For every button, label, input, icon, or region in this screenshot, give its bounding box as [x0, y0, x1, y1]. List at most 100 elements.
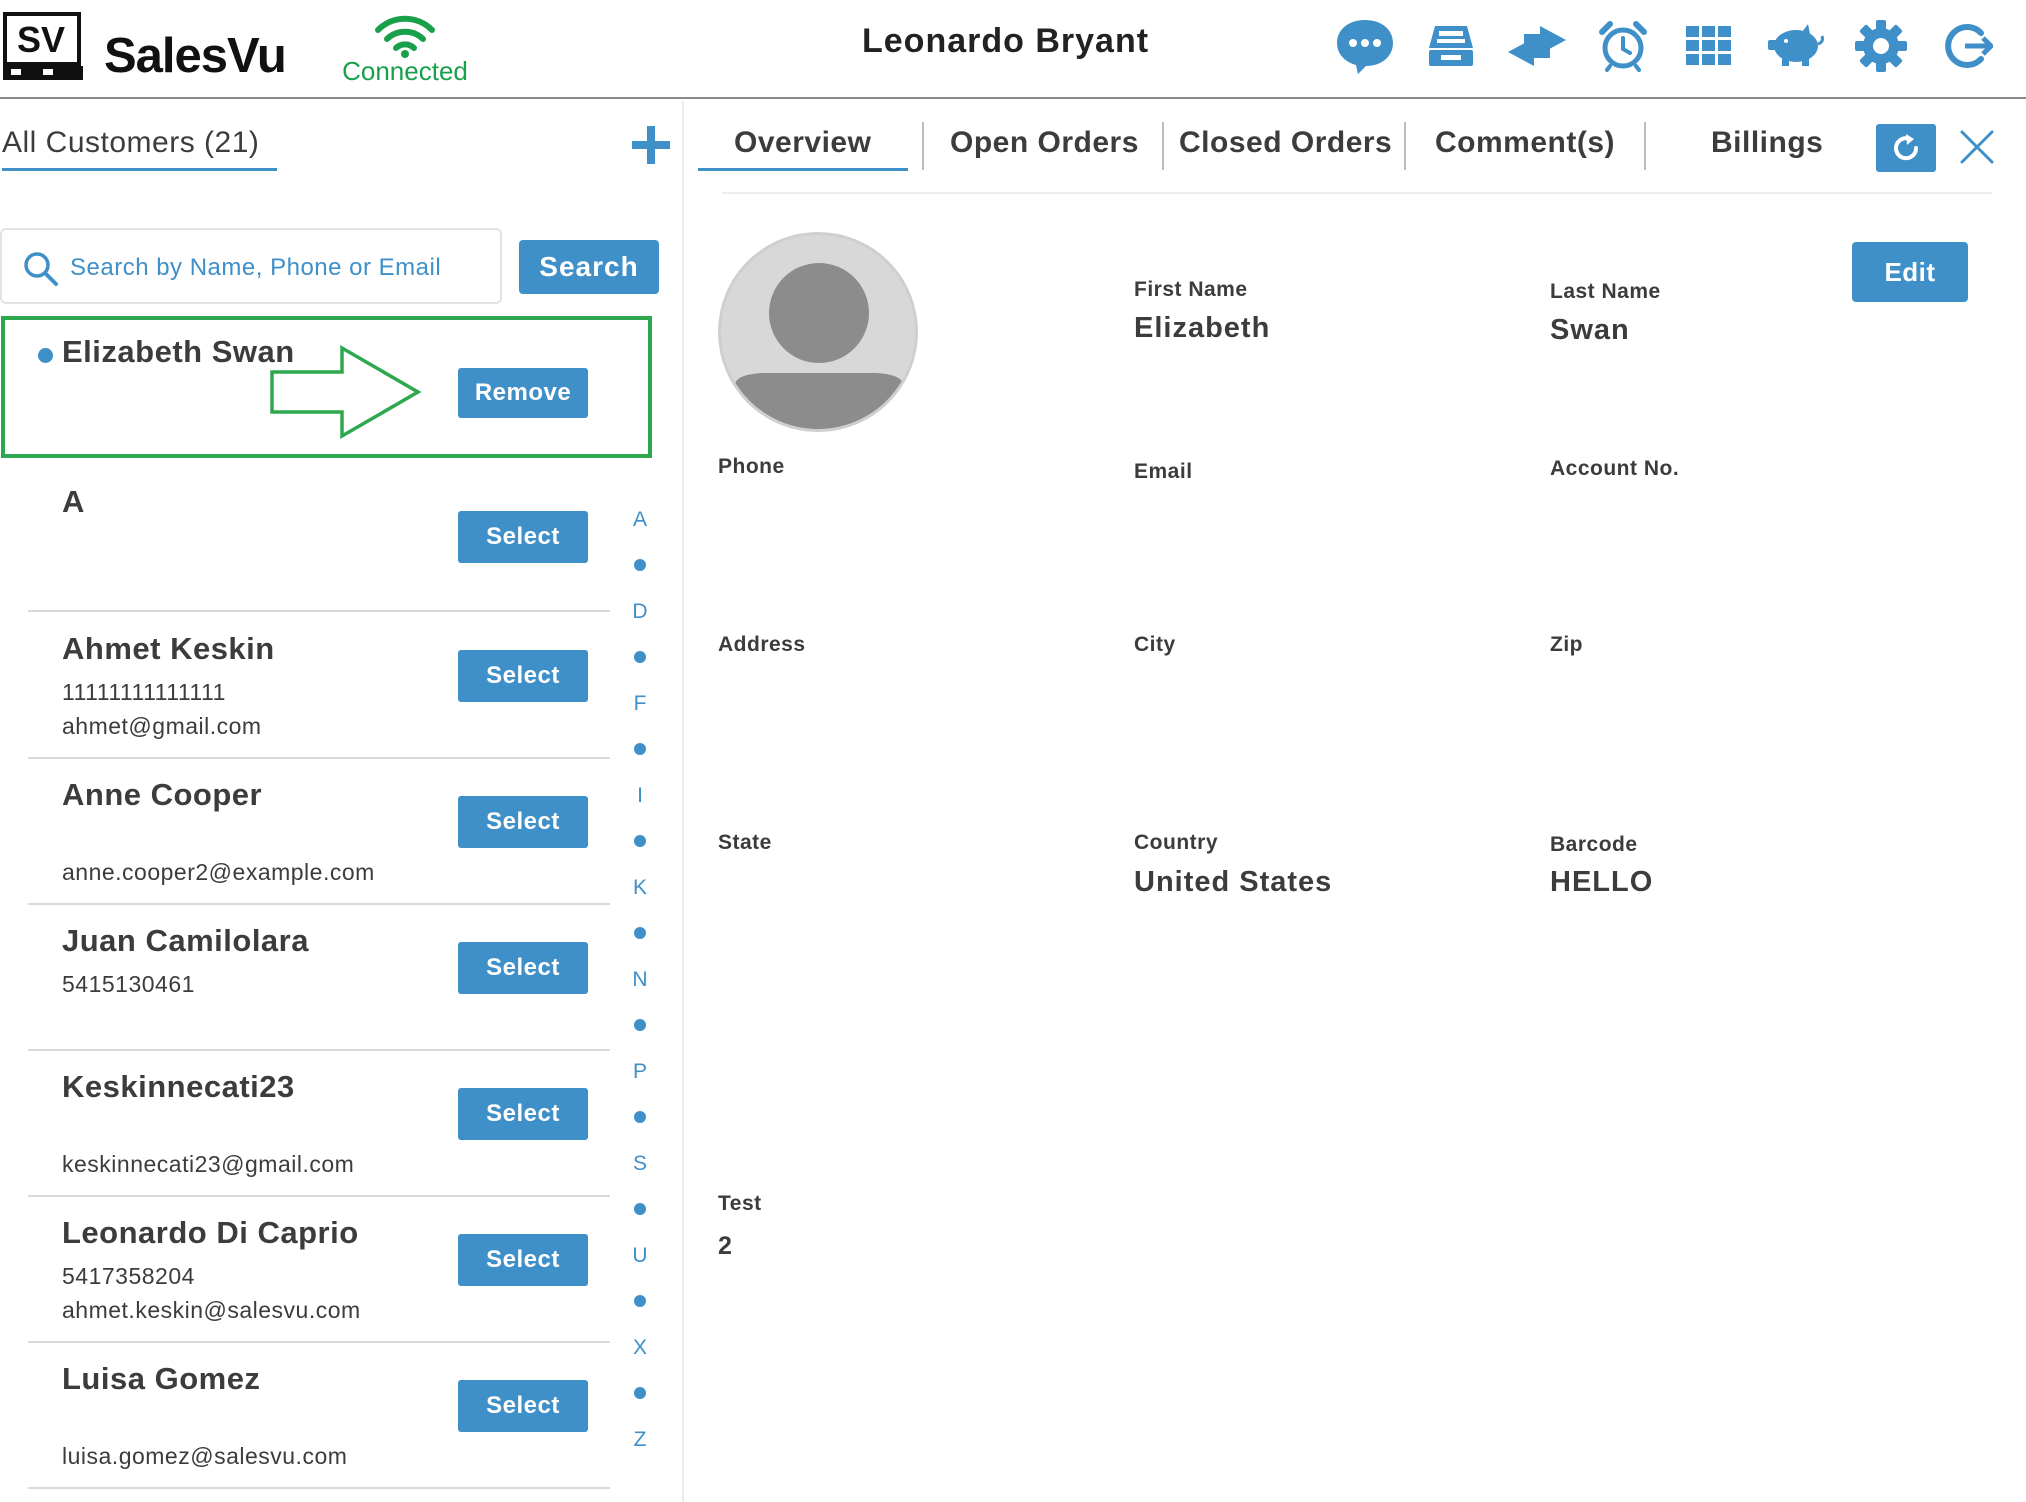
email-label: Email — [1134, 460, 1193, 483]
customer-row[interactable]: Ahmet Keskin 11111111111111 ahmet@gmail.… — [28, 613, 610, 759]
alpha-index-letter[interactable]: Z — [620, 1428, 660, 1452]
alpha-index-dot — [634, 1019, 646, 1031]
tab-comments[interactable]: Comment(s) — [1435, 126, 1615, 160]
customer-phone: 11111111111111 — [62, 679, 226, 705]
app-header: SV SalesVu Connected Leonardo Bryant — [0, 0, 2026, 99]
select-customer-button[interactable]: Select — [458, 942, 588, 994]
first-name-label: First Name — [1134, 278, 1248, 301]
customer-phone: 5415130461 — [62, 971, 195, 997]
alpha-index-letter[interactable]: N — [620, 968, 660, 992]
phone-label: Phone — [718, 455, 785, 478]
customer-row[interactable]: Luisa Gomez luisa.gomez@salesvu.com Sele… — [28, 1343, 610, 1489]
add-customer-button[interactable] — [630, 124, 672, 166]
customer-row[interactable]: A Select — [28, 466, 610, 612]
customer-row[interactable]: Anne Cooper anne.cooper2@example.com Sel… — [28, 759, 610, 905]
tab-divider — [1644, 122, 1646, 170]
alpha-index-letter[interactable]: U — [620, 1244, 660, 1268]
alpha-index-dot — [634, 1295, 646, 1307]
customer-name: Leonardo Di Caprio — [62, 1215, 359, 1250]
all-customers-heading[interactable]: All Customers (21) — [2, 126, 259, 160]
test-label: Test — [718, 1192, 762, 1215]
customer-email: anne.cooper2@example.com — [62, 859, 375, 885]
alpha-index-letter[interactable]: I — [620, 784, 660, 808]
customer-phone: 5417358204 — [62, 1263, 195, 1289]
select-customer-button[interactable]: Select — [458, 1088, 588, 1140]
alarm-icon[interactable] — [1592, 16, 1654, 76]
tab-closed-orders[interactable]: Closed Orders — [1179, 126, 1392, 160]
select-customer-button[interactable]: Select — [458, 650, 588, 702]
tabs-divider-line — [722, 192, 1992, 194]
alpha-index-letter[interactable]: S — [620, 1152, 660, 1176]
wifi-icon — [375, 15, 435, 58]
all-customers-underline — [2, 168, 277, 171]
customer-name: Anne Cooper — [62, 777, 263, 812]
test-value: 2 — [718, 1232, 733, 1260]
select-customer-button[interactable]: Select — [458, 796, 588, 848]
alpha-index-letter[interactable]: K — [620, 876, 660, 900]
alpha-index-dot — [634, 743, 646, 755]
logout-icon[interactable] — [1936, 16, 1998, 76]
customer-name: A — [62, 484, 85, 519]
settings-icon[interactable] — [1850, 16, 1912, 76]
customer-email: ahmet.keskin@salesvu.com — [62, 1297, 361, 1323]
connection-indicator: Connected — [340, 14, 470, 86]
last-name-value: Swan — [1550, 314, 1630, 346]
customer-row[interactable]: Juan Camilolara 5415130461 Select — [28, 905, 610, 1051]
barcode-value: HELLO — [1550, 866, 1654, 898]
arrow-annotation-icon — [270, 344, 422, 440]
salesvu-logo: SV — [3, 12, 83, 84]
tab-billings[interactable]: Billings — [1711, 126, 1823, 160]
customer-row[interactable]: Keskinnecati23 keskinnecati23@gmail.com … — [28, 1051, 610, 1197]
customer-email: luisa.gomez@salesvu.com — [62, 1443, 348, 1469]
brand-name: SalesVu — [104, 29, 287, 83]
close-button[interactable] — [1958, 128, 1996, 166]
user-placeholder-icon — [735, 263, 903, 429]
first-name-value: Elizabeth — [1134, 312, 1271, 344]
alpha-index-letter[interactable]: A — [620, 508, 660, 532]
select-customer-button[interactable]: Select — [458, 1234, 588, 1286]
tab-open-orders[interactable]: Open Orders — [950, 126, 1139, 160]
customer-name: Juan Camilolara — [62, 923, 309, 958]
search-input[interactable] — [70, 248, 490, 288]
edit-customer-button[interactable]: Edit — [1852, 242, 1968, 302]
alpha-index-dot — [634, 1387, 646, 1399]
alpha-index-dot — [634, 651, 646, 663]
customer-email: ahmet@gmail.com — [62, 713, 262, 739]
refresh-icon — [1894, 134, 1919, 161]
customer-row[interactable]: Leonardo Di Caprio 5417358204 ahmet.kesk… — [28, 1197, 610, 1343]
customer-name: Keskinnecati23 — [62, 1069, 295, 1104]
svg-text:SV: SV — [17, 19, 65, 60]
active-tab-underline — [698, 168, 908, 171]
alpha-index-letter[interactable]: P — [620, 1060, 660, 1084]
tab-overview[interactable]: Overview — [734, 126, 871, 160]
register-icon[interactable] — [1420, 16, 1482, 76]
customer-avatar — [718, 232, 918, 432]
alpha-index-letter[interactable]: F — [620, 692, 660, 716]
transfer-icon[interactable] — [1506, 16, 1568, 76]
chat-icon[interactable] — [1334, 16, 1396, 76]
search-button[interactable]: Search — [519, 240, 659, 294]
tab-divider — [1162, 122, 1164, 170]
barcode-label: Barcode — [1550, 833, 1638, 856]
address-label: Address — [718, 633, 806, 656]
piggy-bank-icon[interactable] — [1764, 16, 1826, 76]
selected-customer-name: Elizabeth Swan — [62, 334, 295, 369]
alpha-index-dot — [634, 1203, 646, 1215]
alpha-index-letter[interactable]: X — [620, 1336, 660, 1360]
select-customer-button[interactable]: Select — [458, 1380, 588, 1432]
remove-customer-button[interactable]: Remove — [458, 368, 588, 418]
country-label: Country — [1134, 831, 1218, 854]
country-value: United States — [1134, 866, 1333, 898]
current-user-name: Leonardo Bryant — [862, 22, 1150, 60]
customer-name: Luisa Gomez — [62, 1361, 261, 1396]
connection-status: Connected — [342, 56, 468, 86]
search-icon — [24, 252, 58, 286]
alpha-index-letter[interactable]: D — [620, 600, 660, 624]
select-customer-button[interactable]: Select — [458, 511, 588, 563]
refresh-button[interactable] — [1876, 124, 1936, 172]
customer-email: keskinnecati23@gmail.com — [62, 1151, 355, 1177]
account-no-label: Account No. — [1550, 457, 1680, 480]
grid-icon[interactable] — [1678, 16, 1740, 76]
tab-divider — [1404, 122, 1406, 170]
alpha-index-dot — [634, 927, 646, 939]
